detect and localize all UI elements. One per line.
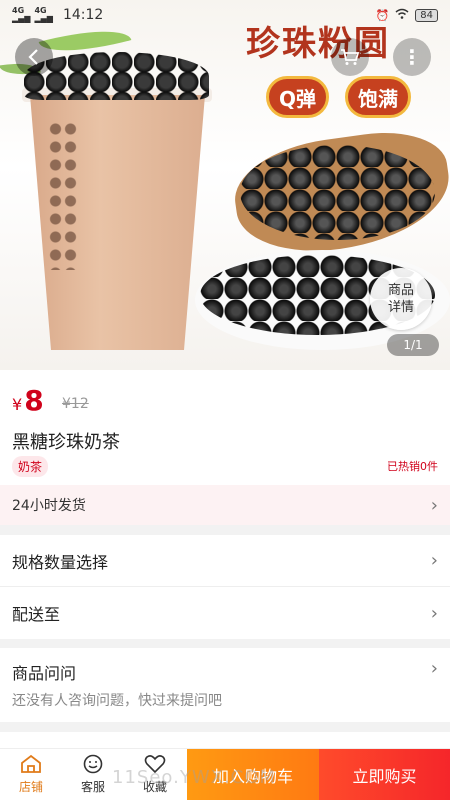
detail-bubble-line: 详情 xyxy=(387,300,414,315)
row-label: 规格数量选择 xyxy=(12,552,109,572)
promo-badge: Q弹 xyxy=(266,76,330,118)
spoon-pearls-image xyxy=(240,145,435,240)
tab-label: 客服 xyxy=(80,780,105,794)
tab-store[interactable]: 店铺 xyxy=(0,749,62,800)
cart-button[interactable] xyxy=(331,38,369,76)
qa-title: 商品问问 xyxy=(12,664,77,683)
detail-bubble-line: 商品 xyxy=(387,283,414,298)
battery-icon: 84 xyxy=(415,8,438,22)
original-price: ¥12 xyxy=(62,396,89,412)
product-detail-bubble[interactable]: 商品 详情 xyxy=(370,268,432,330)
shipping-row[interactable]: 24小时发货 › xyxy=(0,485,450,525)
wifi-icon xyxy=(395,8,409,22)
shipping-label: 24小时发货 xyxy=(12,498,86,514)
bottom-action-bar: 店铺 客服 收藏 加入购物车 立即购买 11Seo.YWX.COM xyxy=(0,748,450,800)
cup-pearls-image xyxy=(48,120,78,270)
product-name: 黑糖珍珠奶茶 xyxy=(12,432,120,453)
more-button[interactable]: ⋮ xyxy=(393,38,431,76)
chevron-right-icon: › xyxy=(430,494,438,516)
product-qa-section[interactable]: 商品问问 还没有人咨询问题，快过来提问吧 › xyxy=(0,648,450,722)
back-button[interactable] xyxy=(15,38,53,76)
category-tag[interactable]: 奶茶 xyxy=(12,456,49,477)
chevron-left-icon xyxy=(28,49,38,65)
cart-icon xyxy=(341,49,360,65)
signal-icon: 4G ▂▄▆ xyxy=(12,6,31,23)
customer-service-icon xyxy=(82,754,104,778)
signal-icon: 4G ▂▄▆ xyxy=(34,6,53,23)
chevron-right-icon: › xyxy=(430,550,438,571)
product-info: ¥ 8 ¥12 黑糖珍珠奶茶 奶茶 已热销0件 xyxy=(0,370,450,485)
alarm-icon: ⏰ xyxy=(375,8,390,22)
tab-label: 店铺 xyxy=(18,780,43,794)
row-label: 配送至 xyxy=(12,605,61,624)
price: ¥ 8 xyxy=(12,384,44,417)
section-divider xyxy=(0,732,450,748)
qa-empty-text: 还没有人咨询问题，快过来提问吧 xyxy=(12,693,222,709)
chevron-right-icon: › xyxy=(430,658,438,679)
currency-symbol: ¥ xyxy=(12,395,23,414)
image-pager: 1/1 xyxy=(387,334,439,356)
chevron-right-icon: › xyxy=(430,602,438,624)
price-value: 8 xyxy=(24,384,44,417)
status-time: 14:12 xyxy=(62,7,104,23)
buy-now-button[interactable]: 立即购买 xyxy=(319,749,450,800)
store-icon xyxy=(20,754,42,778)
delivery-row[interactable]: 配送至 › xyxy=(0,587,450,639)
sold-count: 已热销0件 xyxy=(387,460,438,473)
status-bar: 4G ▂▄▆ 4G ▂▄▆ 14:12 ⏰ 84 xyxy=(0,0,450,30)
promo-badge: 饱满 xyxy=(345,76,411,118)
product-image-carousel[interactable]: 珍珠粉圆 Q弹 饱满 4G ▂▄▆ 4G ▂▄▆ 14:12 ⏰ 84 ⋮ 商品 详… xyxy=(0,0,450,370)
more-vertical-icon: ⋮ xyxy=(402,45,422,69)
watermark: 11Seo.YWX.COM xyxy=(112,767,276,788)
spec-quantity-row[interactable]: 规格数量选择 › xyxy=(0,535,450,587)
